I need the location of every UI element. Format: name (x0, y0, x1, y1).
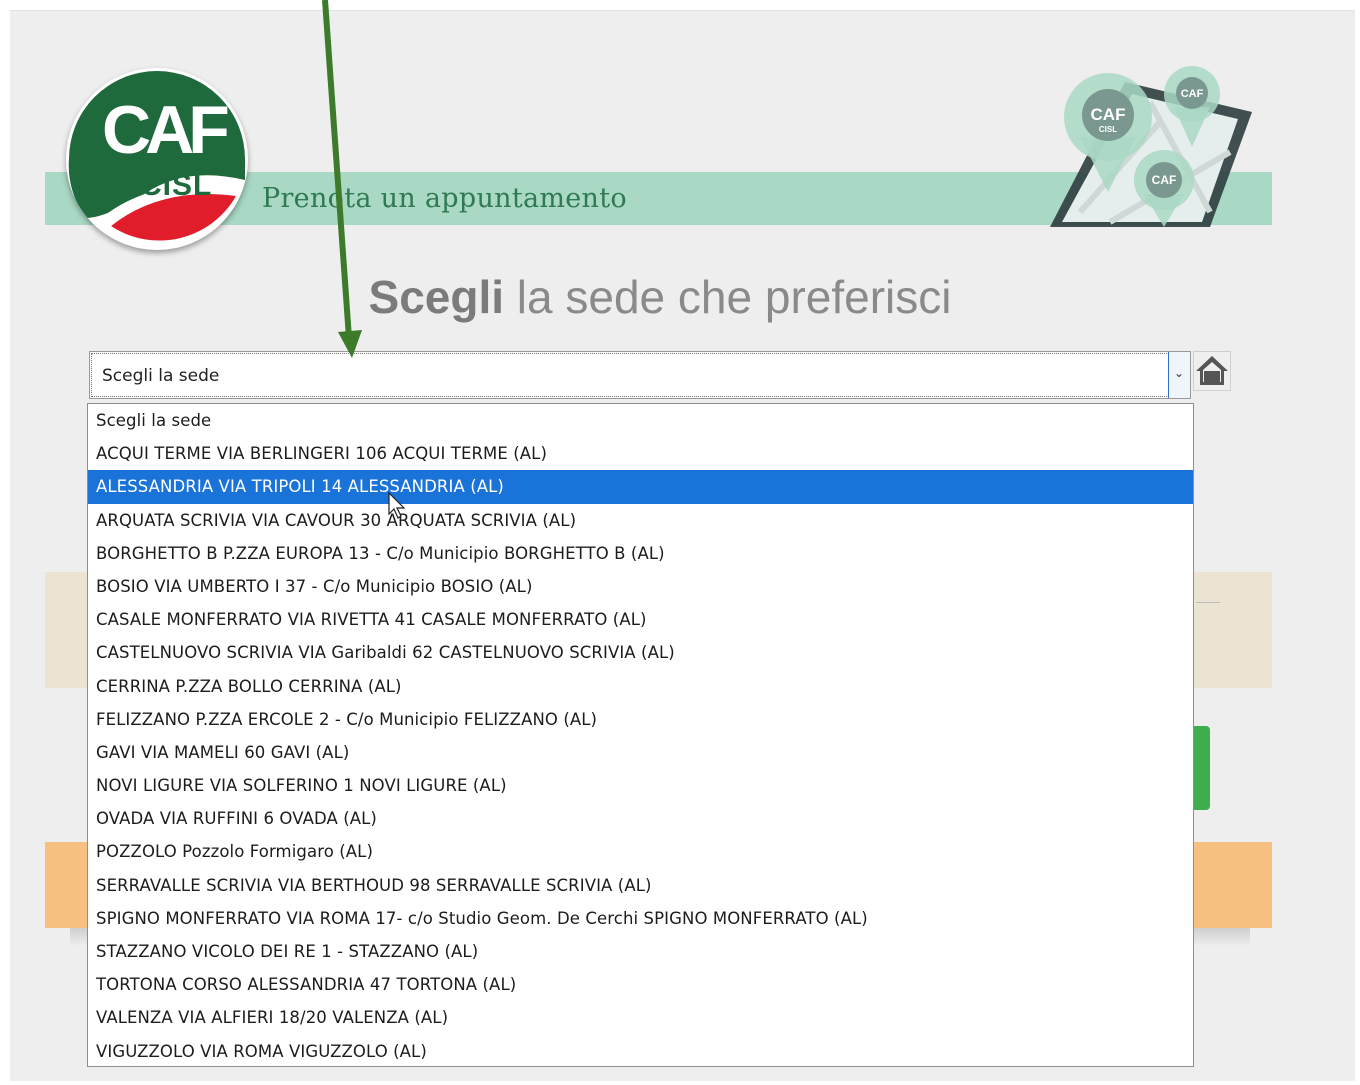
dropdown-option[interactable]: ARQUATA SCRIVIA VIA CAVOUR 30 ARQUATA SC… (88, 504, 1193, 537)
dropdown-option[interactable]: BORGHETTO B P.ZZA EUROPA 13 - C/o Munici… (88, 537, 1193, 570)
dropdown-option[interactable]: ACQUI TERME VIA BERLINGERI 106 ACQUI TER… (88, 437, 1193, 470)
dropdown-option[interactable]: BOSIO VIA UMBERTO I 37 - C/o Municipio B… (88, 570, 1193, 603)
page-title: Scegli la sede che preferisci (368, 271, 952, 323)
dropdown-option[interactable]: GAVI VIA MAMELI 60 GAVI (AL) (88, 736, 1193, 769)
dropdown-option[interactable]: CASTELNUOVO SCRIVIA VIA Garibaldi 62 CAS… (88, 636, 1193, 669)
dropdown-option[interactable]: VIGUZZOLO VIA ROMA VIGUZZOLO (AL) (88, 1035, 1193, 1068)
page-subtitle: Prenota un appuntamento (262, 183, 627, 214)
dropdown-option[interactable]: FELIZZANO P.ZZA ERCOLE 2 - C/o Municipio… (88, 703, 1193, 736)
dropdown-option[interactable]: OVADA VIA RUFFINI 6 OVADA (AL) (88, 802, 1193, 835)
dropdown-option[interactable]: VALENZA VIA ALFIERI 18/20 VALENZA (AL) (88, 1001, 1193, 1034)
svg-text:CAF: CAF (1091, 105, 1126, 124)
office-select-value: Scegli la sede (102, 366, 220, 386)
office-select[interactable]: Scegli la sede ⌄ (89, 351, 1191, 399)
dropdown-option[interactable]: SPIGNO MONFERRATO VIA ROMA 17- c/o Studi… (88, 902, 1193, 935)
svg-text:CAF: CAF (1181, 88, 1204, 100)
dropdown-option[interactable]: CERRINA P.ZZA BOLLO CERRINA (AL) (88, 670, 1193, 703)
background-divider (1196, 602, 1220, 603)
dropdown-option[interactable]: POZZOLO Pozzolo Formigaro (AL) (88, 835, 1193, 868)
dropdown-option[interactable]: NOVI LIGURE VIA SOLFERINO 1 NOVI LIGURE … (88, 769, 1193, 802)
dropdown-option[interactable]: SERRAVALLE SCRIVIA VIA BERTHOUD 98 SERRA… (88, 869, 1193, 902)
dropdown-option[interactable]: STAZZANO VICOLO DEI RE 1 - STAZZANO (AL) (88, 935, 1193, 968)
caf-cisl-logo: CAF CISL (66, 68, 248, 250)
home-icon (1196, 356, 1228, 385)
svg-text:CISL: CISL (1099, 125, 1117, 134)
dropdown-option[interactable]: Scegli la sede (88, 404, 1193, 437)
office-dropdown-list: Scegli la sede ACQUI TERME VIA BERLINGERI… (87, 403, 1194, 1067)
chevron-down-icon[interactable]: ⌄ (1168, 352, 1190, 398)
dropdown-option[interactable]: CASALE MONFERRATO VIA RIVETTA 41 CASALE … (88, 603, 1193, 636)
map-pins-icon: CAF CISL CAF CAF (1050, 66, 1252, 227)
svg-text:CAF: CAF (1152, 173, 1177, 187)
home-button[interactable] (1193, 351, 1231, 391)
dropdown-option[interactable]: ALESSANDRIA VIA TRIPOLI 14 ALESSANDRIA (… (88, 470, 1193, 504)
dropdown-option[interactable]: TORTONA CORSO ALESSANDRIA 47 TORTONA (AL… (88, 968, 1193, 1001)
